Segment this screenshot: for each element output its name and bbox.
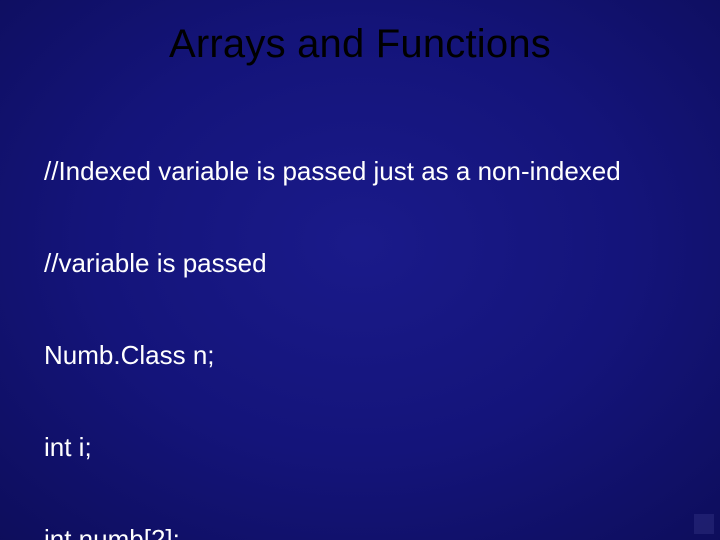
- corner-decoration: [694, 514, 714, 534]
- code-line: Numb.Class n;: [44, 340, 690, 371]
- code-line: //variable is passed: [44, 248, 690, 279]
- code-line: //Indexed variable is passed just as a n…: [44, 156, 690, 187]
- slide: Arrays and Functions //Indexed variable …: [0, 0, 720, 540]
- code-block: //Indexed variable is passed just as a n…: [0, 95, 720, 540]
- slide-title: Arrays and Functions: [0, 0, 720, 95]
- code-line: int numb[2];: [44, 524, 690, 540]
- code-line: int i;: [44, 432, 690, 463]
